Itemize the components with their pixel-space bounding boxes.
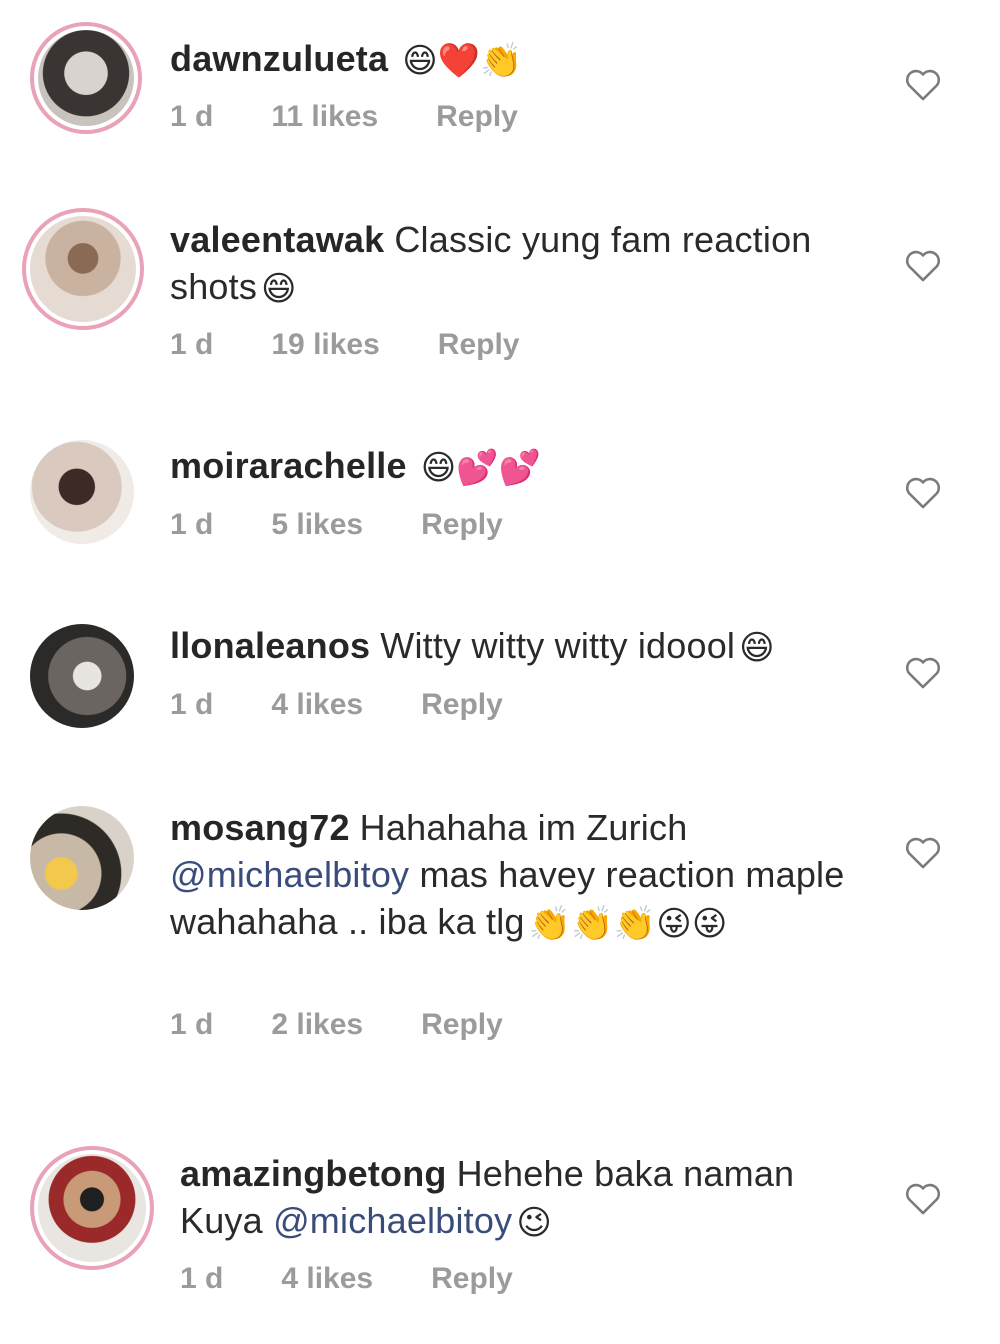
comment-likes[interactable]: 4 likes: [271, 688, 363, 722]
avatar[interactable]: [30, 1146, 154, 1270]
comment-body: amazingbetong Hehehe baka naman Kuya @mic…: [180, 1150, 870, 1247]
heart-outline-icon[interactable]: [904, 66, 942, 102]
comment-meta: 1 d 4 likes Reply: [180, 1262, 513, 1296]
reply-button[interactable]: Reply: [421, 688, 503, 722]
comment-emoji: 😉: [516, 1202, 552, 1243]
mention-link[interactable]: @michaelbitoy: [273, 1200, 512, 1241]
comment-body: valeentawak Classic yung fam reaction sho…: [170, 216, 870, 313]
comment-meta: 1 d 5 likes Reply: [170, 508, 503, 542]
comment-likes[interactable]: 4 likes: [281, 1262, 373, 1296]
avatar[interactable]: [30, 624, 134, 728]
mention-link[interactable]: @michaelbitoy: [170, 854, 409, 895]
comment-body: llonaleanos Witty witty witty idoool 😄: [170, 622, 870, 672]
comment-likes[interactable]: 2 likes: [271, 1008, 363, 1042]
comment-body: moirarachelle 😄💕💕: [170, 442, 870, 492]
comment-username[interactable]: dawnzulueta: [170, 38, 388, 79]
reply-button[interactable]: Reply: [431, 1262, 513, 1296]
comment-body: dawnzulueta 😄❤️👏: [170, 35, 870, 85]
comment-likes[interactable]: 19 likes: [271, 328, 379, 362]
comment-username[interactable]: llonaleanos: [170, 625, 370, 666]
comment-emoji: 😄💕💕: [420, 447, 542, 488]
comment-meta: 1 d 2 likes Reply: [170, 1008, 503, 1042]
comment-time: 1 d: [170, 508, 214, 541]
heart-outline-icon[interactable]: [904, 247, 942, 283]
comment-username[interactable]: valeentawak: [170, 219, 384, 260]
heart-outline-icon[interactable]: [904, 834, 942, 870]
heart-outline-icon[interactable]: [904, 474, 942, 510]
comment-time: 1 d: [170, 328, 214, 361]
comment-likes[interactable]: 5 likes: [271, 508, 363, 542]
comment-text: Hahahaha im Zurich: [359, 807, 688, 848]
reply-button[interactable]: Reply: [438, 328, 520, 362]
avatar[interactable]: [30, 440, 134, 544]
heart-outline-icon[interactable]: [904, 1180, 942, 1216]
comment-emoji: 😄: [261, 268, 297, 309]
comment-likes[interactable]: 11 likes: [271, 100, 378, 134]
comment-meta: 1 d 4 likes Reply: [170, 688, 503, 722]
comment-body: mosang72 Hahahaha im Zurich @michaelbitoy…: [170, 804, 870, 948]
comment-emoji: 😄❤️👏: [402, 40, 523, 81]
comment-username[interactable]: mosang72: [170, 807, 350, 848]
avatar[interactable]: [30, 806, 134, 910]
comment-text: Witty witty witty idoool: [380, 625, 736, 666]
comment-time: 1 d: [180, 1262, 224, 1295]
comment-username[interactable]: moirarachelle: [170, 445, 407, 486]
avatar[interactable]: [30, 22, 142, 134]
comment-emoji: 👏👏👏😜😜: [528, 903, 728, 944]
reply-button[interactable]: Reply: [421, 1008, 503, 1042]
avatar[interactable]: [22, 208, 144, 330]
comment-meta: 1 d 11 likes Reply: [170, 100, 518, 134]
reply-button[interactable]: Reply: [421, 508, 503, 542]
comment-username[interactable]: amazingbetong: [180, 1153, 447, 1194]
comment-time: 1 d: [170, 100, 214, 133]
comment-meta: 1 d 19 likes Reply: [170, 328, 520, 362]
comment-emoji: 😄: [739, 627, 775, 668]
comment-time: 1 d: [170, 1008, 214, 1041]
comment-time: 1 d: [170, 688, 214, 721]
heart-outline-icon[interactable]: [904, 654, 942, 690]
reply-button[interactable]: Reply: [436, 100, 518, 134]
